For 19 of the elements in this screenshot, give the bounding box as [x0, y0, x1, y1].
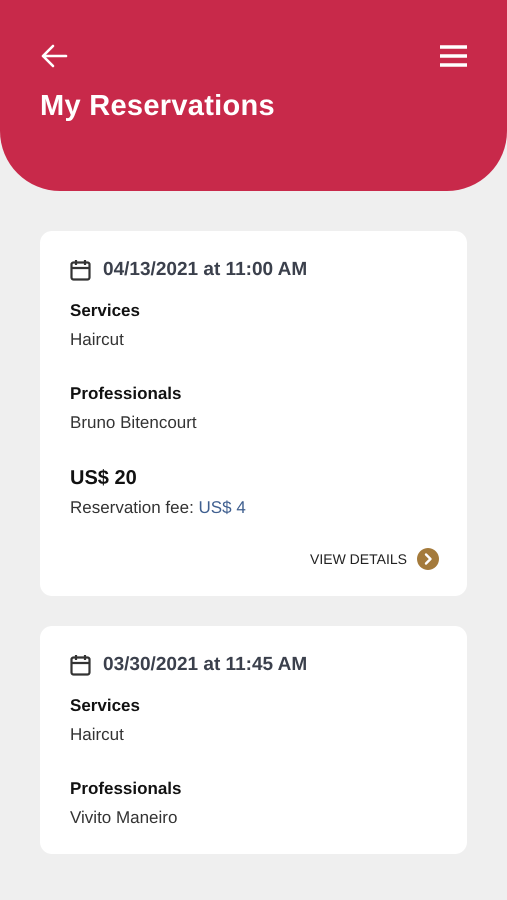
page-title: My Reservations: [40, 90, 276, 123]
service-name: Haircut: [70, 725, 125, 745]
calendar-icon: [70, 259, 91, 281]
services-label: Services: [70, 301, 141, 321]
price: US$ 20: [70, 467, 138, 490]
chevron-right-icon: [417, 548, 439, 570]
service-name: Haircut: [70, 330, 125, 350]
reservation-date: 03/30/2021 at 11:45 AM: [103, 654, 308, 676]
back-icon[interactable]: [40, 44, 68, 68]
view-details-link[interactable]: VIEW DETAILS: [310, 548, 439, 570]
professionals-label: Professionals: [70, 779, 182, 799]
professional-name: Vivito Maneiro: [70, 808, 178, 828]
calendar-icon: [70, 654, 91, 676]
professionals-label: Professionals: [70, 384, 182, 404]
professional-name: Bruno Bitencourt: [70, 413, 198, 433]
reservation-date: 04/13/2021 at 11:00 AM: [103, 259, 308, 281]
reservation-fee: Reservation fee: US$ 4: [70, 498, 247, 518]
menu-icon[interactable]: [440, 45, 467, 67]
services-label: Services: [70, 696, 141, 716]
